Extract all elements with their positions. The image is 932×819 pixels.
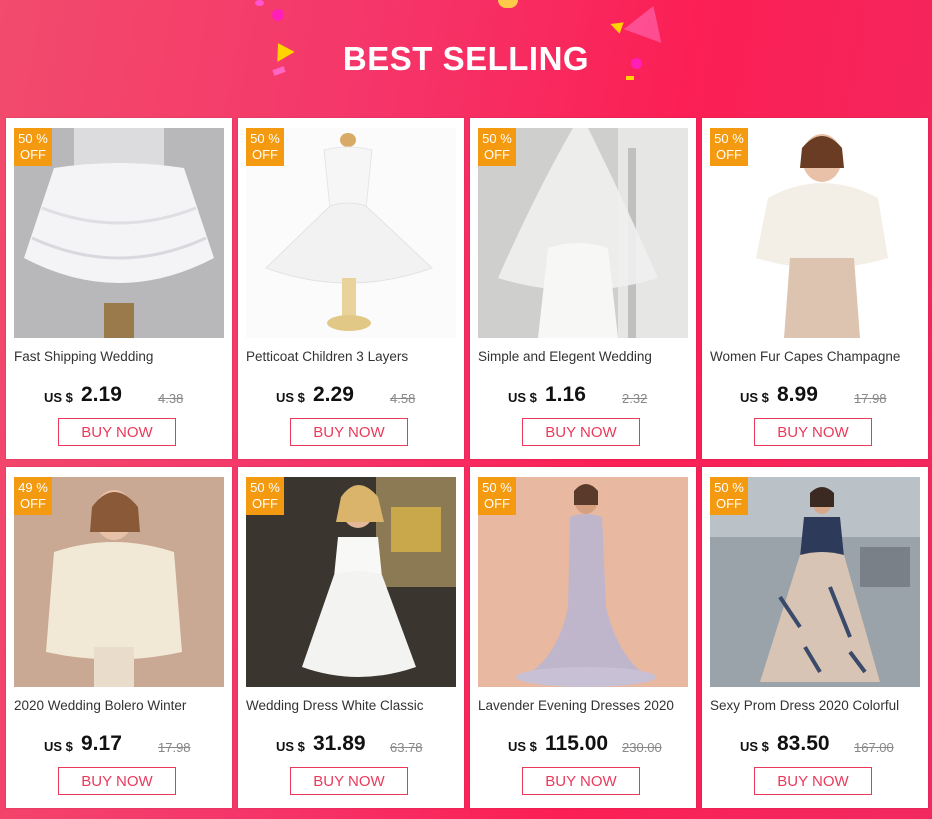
price-row: US $ 2.29 4.58 — [276, 383, 466, 413]
discount-badge: 50 % OFF — [478, 128, 516, 166]
product-grid: 50 % OFF Fast Shipping Wedding US $ 2.19… — [6, 118, 928, 808]
discount-percent: 50 % — [250, 480, 280, 495]
discount-percent: 49 % — [18, 480, 48, 495]
discount-off: OFF — [484, 496, 510, 511]
product-card[interactable]: 50 % OFF Fast Shipping Wedding US $ 2.19… — [6, 118, 232, 459]
currency-label: US $ — [740, 739, 769, 754]
banner-title: BEST SELLING — [342, 40, 590, 77]
discount-badge: 50 % OFF — [710, 477, 748, 515]
sale-price: 2.19 — [81, 383, 122, 406]
banner: BEST SELLING — [0, 0, 932, 118]
price-row: US $ 83.50 167.00 — [740, 732, 930, 762]
buy-now-button[interactable]: BUY NOW — [290, 767, 408, 795]
price-row: US $ 2.19 4.38 — [44, 383, 234, 413]
buy-now-button[interactable]: BUY NOW — [290, 418, 408, 446]
currency-label: US $ — [276, 390, 305, 405]
discount-badge: 50 % OFF — [710, 128, 748, 166]
original-price: 63.78 — [390, 740, 423, 755]
price-row: US $ 1.16 2.32 — [508, 383, 698, 413]
product-title[interactable]: 2020 Wedding Bolero Winter — [14, 698, 229, 713]
discount-off: OFF — [252, 496, 278, 511]
product-title[interactable]: Sexy Prom Dress 2020 Colorful — [710, 698, 925, 713]
sale-price: 1.16 — [545, 383, 586, 406]
sale-price: 8.99 — [777, 383, 818, 406]
currency-label: US $ — [44, 390, 73, 405]
buy-now-button[interactable]: BUY NOW — [522, 767, 640, 795]
product-card[interactable]: 50 % OFF Sexy Prom Dress 2020 Colorful U… — [702, 467, 928, 808]
discount-off: OFF — [20, 147, 46, 162]
original-price: 4.58 — [390, 391, 416, 406]
product-title[interactable]: Petticoat Children 3 Layers — [246, 349, 461, 364]
sale-price: 9.17 — [81, 732, 122, 755]
discount-off: OFF — [716, 147, 742, 162]
discount-off: OFF — [484, 147, 510, 162]
discount-off: OFF — [20, 496, 46, 511]
currency-label: US $ — [740, 390, 769, 405]
discount-off: OFF — [252, 147, 278, 162]
discount-percent: 50 % — [250, 131, 280, 146]
discount-badge: 50 % OFF — [246, 477, 284, 515]
price-row: US $ 115.00 230.00 — [508, 732, 698, 762]
discount-badge: 49 % OFF — [14, 477, 52, 515]
product-title[interactable]: Women Fur Capes Champagne — [710, 349, 925, 364]
product-title[interactable]: Wedding Dress White Classic — [246, 698, 461, 713]
product-card[interactable]: 49 % OFF 2020 Wedding Bolero Winter US $… — [6, 467, 232, 808]
confetti-dot — [255, 0, 264, 6]
confetti-ribbon — [498, 0, 518, 8]
confetti-triangle — [623, 0, 673, 43]
currency-label: US $ — [508, 390, 537, 405]
original-price: 230.00 — [622, 740, 662, 755]
currency-label: US $ — [508, 739, 537, 754]
currency-label: US $ — [44, 739, 73, 754]
original-price: 4.38 — [158, 391, 184, 406]
original-price: 17.98 — [158, 740, 191, 755]
price-row: US $ 31.89 63.78 — [276, 732, 466, 762]
discount-percent: 50 % — [482, 131, 512, 146]
discount-badge: 50 % OFF — [246, 128, 284, 166]
product-card[interactable]: 50 % OFF Petticoat Children 3 Layers US … — [238, 118, 464, 459]
discount-percent: 50 % — [482, 480, 512, 495]
product-card[interactable]: 50 % OFF Wedding Dress White Classic US … — [238, 467, 464, 808]
product-title[interactable]: Simple and Elegent Wedding — [478, 349, 693, 364]
sale-price: 2.29 — [313, 383, 354, 406]
product-card[interactable]: 50 % OFF Women Fur Capes Champagne US $ … — [702, 118, 928, 459]
buy-now-button[interactable]: BUY NOW — [754, 418, 872, 446]
product-title[interactable]: Fast Shipping Wedding — [14, 349, 229, 364]
original-price: 17.98 — [854, 391, 887, 406]
buy-now-button[interactable]: BUY NOW — [58, 767, 176, 795]
discount-badge: 50 % OFF — [14, 128, 52, 166]
discount-badge: 50 % OFF — [478, 477, 516, 515]
currency-label: US $ — [276, 739, 305, 754]
confetti-dot — [272, 9, 284, 21]
discount-off: OFF — [716, 496, 742, 511]
buy-now-button[interactable]: BUY NOW — [522, 418, 640, 446]
buy-now-button[interactable]: BUY NOW — [754, 767, 872, 795]
product-title[interactable]: Lavender Evening Dresses 2020 — [478, 698, 693, 713]
original-price: 167.00 — [854, 740, 894, 755]
price-row: US $ 8.99 17.98 — [740, 383, 930, 413]
sale-price: 31.89 — [313, 732, 366, 755]
discount-percent: 50 % — [714, 131, 744, 146]
discount-percent: 50 % — [714, 480, 744, 495]
original-price: 2.32 — [622, 391, 648, 406]
confetti-triangle — [608, 18, 624, 34]
discount-percent: 50 % — [18, 131, 48, 146]
buy-now-button[interactable]: BUY NOW — [58, 418, 176, 446]
sale-price: 115.00 — [545, 732, 609, 755]
product-card[interactable]: 50 % OFF Lavender Evening Dresses 2020 U… — [470, 467, 696, 808]
sale-price: 83.50 — [777, 732, 830, 755]
product-card[interactable]: 50 % OFF Simple and Elegent Wedding US $… — [470, 118, 696, 459]
price-row: US $ 9.17 17.98 — [44, 732, 234, 762]
